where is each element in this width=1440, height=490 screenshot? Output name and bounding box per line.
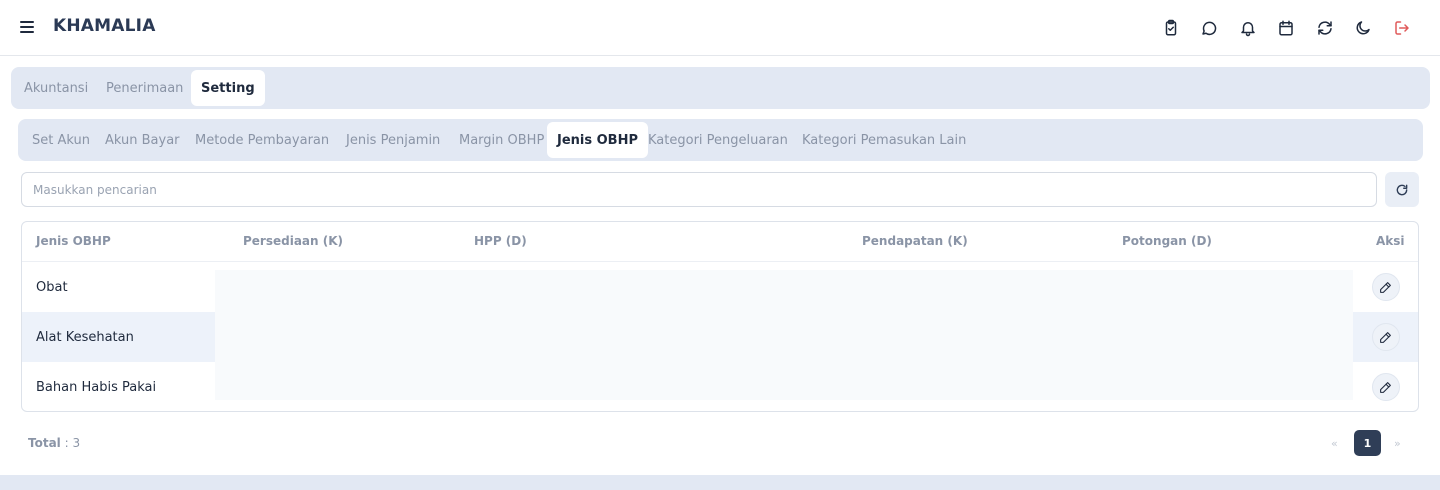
sync-icon[interactable] xyxy=(1314,17,1336,39)
pencil-icon xyxy=(1380,281,1391,293)
row-cells xyxy=(215,312,1353,362)
bottom-strip xyxy=(0,475,1440,490)
tab-akuntansi[interactable]: Akuntansi xyxy=(14,70,98,106)
row-actions xyxy=(1353,262,1418,312)
column-header-pendapatan: Pendapatan (K) xyxy=(862,234,968,248)
calendar-icon[interactable] xyxy=(1275,17,1297,39)
tab-setting[interactable]: Setting xyxy=(191,70,265,106)
app-title: KHAMALIA xyxy=(53,16,156,36)
refresh-icon xyxy=(1396,184,1408,195)
clipboard-check-icon[interactable] xyxy=(1160,17,1182,39)
search-input[interactable] xyxy=(21,172,1377,207)
tab-kategori-pemasukan-lain[interactable]: Kategori Pemasukan Lain xyxy=(792,122,976,158)
row-cells xyxy=(215,362,1353,400)
row-actions xyxy=(1353,312,1418,362)
edit-button[interactable] xyxy=(1371,323,1400,351)
logout-icon[interactable] xyxy=(1391,17,1413,39)
pencil-icon xyxy=(1380,381,1391,393)
tab-jenis-penjamin[interactable]: Jenis Penjamin xyxy=(336,122,450,158)
pagination-page-current[interactable]: 1 xyxy=(1354,430,1381,456)
table-row: Obat xyxy=(22,262,1418,312)
bell-icon[interactable] xyxy=(1237,17,1259,39)
tab-metode-pembayaran[interactable]: Metode Pembayaran xyxy=(185,122,339,158)
row-name: Bahan Habis Pakai xyxy=(36,379,157,395)
total-value: : 3 xyxy=(60,436,81,450)
main-tabs: Akuntansi Penerimaan Setting xyxy=(11,67,1430,109)
pencil-icon xyxy=(1380,331,1391,343)
tab-penerimaan[interactable]: Penerimaan xyxy=(96,70,193,106)
pagination-prev[interactable]: « xyxy=(1331,437,1338,450)
column-header-persediaan: Persediaan (K) xyxy=(243,234,344,248)
tab-akun-bayar[interactable]: Akun Bayar xyxy=(95,122,190,158)
total-count: Total : 3 xyxy=(28,436,80,450)
moon-icon[interactable] xyxy=(1352,17,1374,39)
jenis-obhp-table: Jenis OBHP Persediaan (K) HPP (D) Pendap… xyxy=(21,221,1419,412)
edit-button[interactable] xyxy=(1371,273,1400,301)
row-name: Obat xyxy=(36,279,68,295)
table-header: Jenis OBHP Persediaan (K) HPP (D) Pendap… xyxy=(22,222,1418,262)
row-actions xyxy=(1353,362,1418,411)
table-row: Bahan Habis Pakai xyxy=(22,362,1418,411)
total-label: Total xyxy=(28,436,61,450)
sub-tabs: Set Akun Akun Bayar Metode Pembayaran Je… xyxy=(18,119,1423,161)
column-header-jenis-obhp: Jenis OBHP xyxy=(36,234,111,248)
table-row: Alat Kesehatan xyxy=(22,312,1418,362)
chat-bubble-icon[interactable] xyxy=(1198,17,1220,39)
refresh-button[interactable] xyxy=(1385,172,1419,207)
column-header-potongan: Potongan (D) xyxy=(1122,234,1212,248)
column-header-aksi: Aksi xyxy=(1376,234,1405,248)
row-cells xyxy=(215,270,1353,312)
pagination-next[interactable]: » xyxy=(1394,437,1401,450)
tab-kategori-pengeluaran[interactable]: Kategori Pengeluaran xyxy=(638,122,798,158)
tab-set-akun[interactable]: Set Akun xyxy=(22,122,100,158)
menu-icon[interactable] xyxy=(20,21,34,33)
tab-margin-obhp[interactable]: Margin OBHP xyxy=(449,122,554,158)
edit-button[interactable] xyxy=(1371,373,1400,401)
top-bar: KHAMALIA xyxy=(0,0,1440,56)
row-name: Alat Kesehatan xyxy=(22,312,215,362)
tab-jenis-obhp[interactable]: Jenis OBHP xyxy=(547,122,648,158)
column-header-hpp: HPP (D) xyxy=(474,234,527,248)
